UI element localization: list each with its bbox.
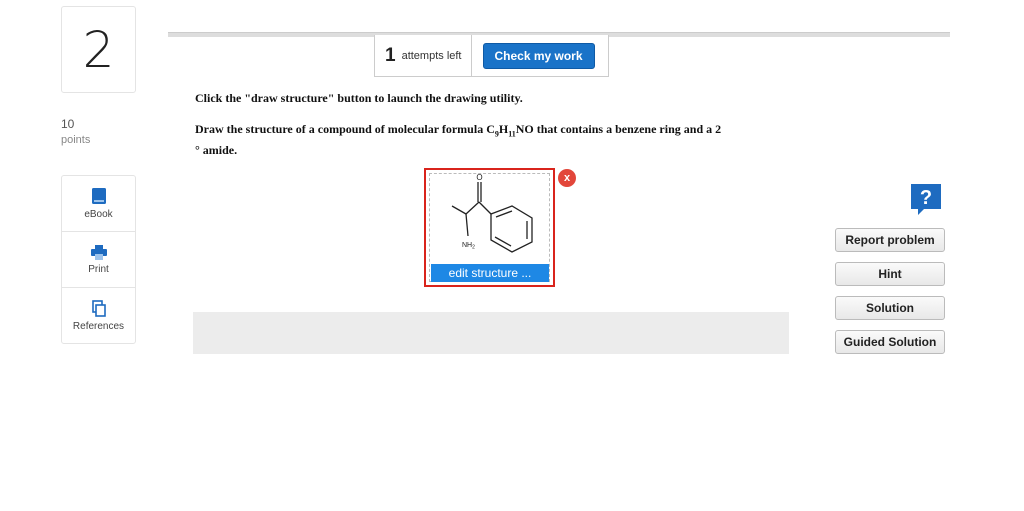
ebook-button[interactable]: eBook	[62, 176, 135, 232]
question-text: Draw the structure of a compound of mole…	[195, 121, 795, 159]
help-icon[interactable]: ?	[909, 182, 943, 216]
attempts-bar: 1 attempts left Check my work	[374, 35, 609, 77]
instruction-text: Click the "draw structure" button to lau…	[195, 91, 523, 105]
check-my-work-button[interactable]: Check my work	[482, 42, 595, 69]
formula-atom: H	[498, 122, 509, 136]
amine-label-subscript: 2	[472, 245, 475, 251]
references-icon	[91, 299, 106, 317]
printer-icon	[90, 244, 107, 260]
report-problem-button[interactable]: Report problem	[835, 228, 945, 252]
question-text-part: Draw the structure of a compound of mole…	[195, 122, 495, 136]
question-number: 2	[61, 6, 136, 93]
guided-solution-button[interactable]: Guided Solution	[835, 330, 945, 354]
help-icon-glyph: ?	[920, 187, 932, 209]
references-label: References	[72, 320, 125, 332]
print-label: Print	[88, 263, 109, 275]
points-label: points	[61, 134, 91, 146]
references-button[interactable]: References	[62, 288, 135, 343]
edit-structure-button[interactable]: edit structure ...	[431, 264, 549, 282]
question-text-part: NO that contains a benzene ring and a 2	[515, 122, 722, 136]
close-drawing-button[interactable]: x	[558, 169, 576, 187]
ebook-label: eBook	[84, 209, 113, 220]
attempts-text: attempts left	[401, 49, 462, 62]
formula-subscript: 11	[508, 129, 516, 139]
solution-button[interactable]: Solution	[835, 296, 945, 320]
oxygen-label: O	[476, 173, 482, 182]
book-icon	[91, 188, 106, 204]
molecule-structure: O NH2	[451, 173, 533, 253]
attempts-number: 1	[385, 44, 396, 66]
attempts-separator	[470, 35, 472, 76]
amine-label-nh: NH	[462, 242, 472, 249]
hint-button[interactable]: Hint	[835, 262, 945, 286]
print-button[interactable]: Print	[62, 232, 135, 288]
question-text-part: ° amide.	[195, 143, 238, 158]
amine-label: NH2	[462, 242, 475, 251]
points-value: 10	[61, 117, 75, 131]
answer-feedback-area	[193, 312, 789, 354]
tools-panel: eBook Print References	[61, 175, 136, 344]
